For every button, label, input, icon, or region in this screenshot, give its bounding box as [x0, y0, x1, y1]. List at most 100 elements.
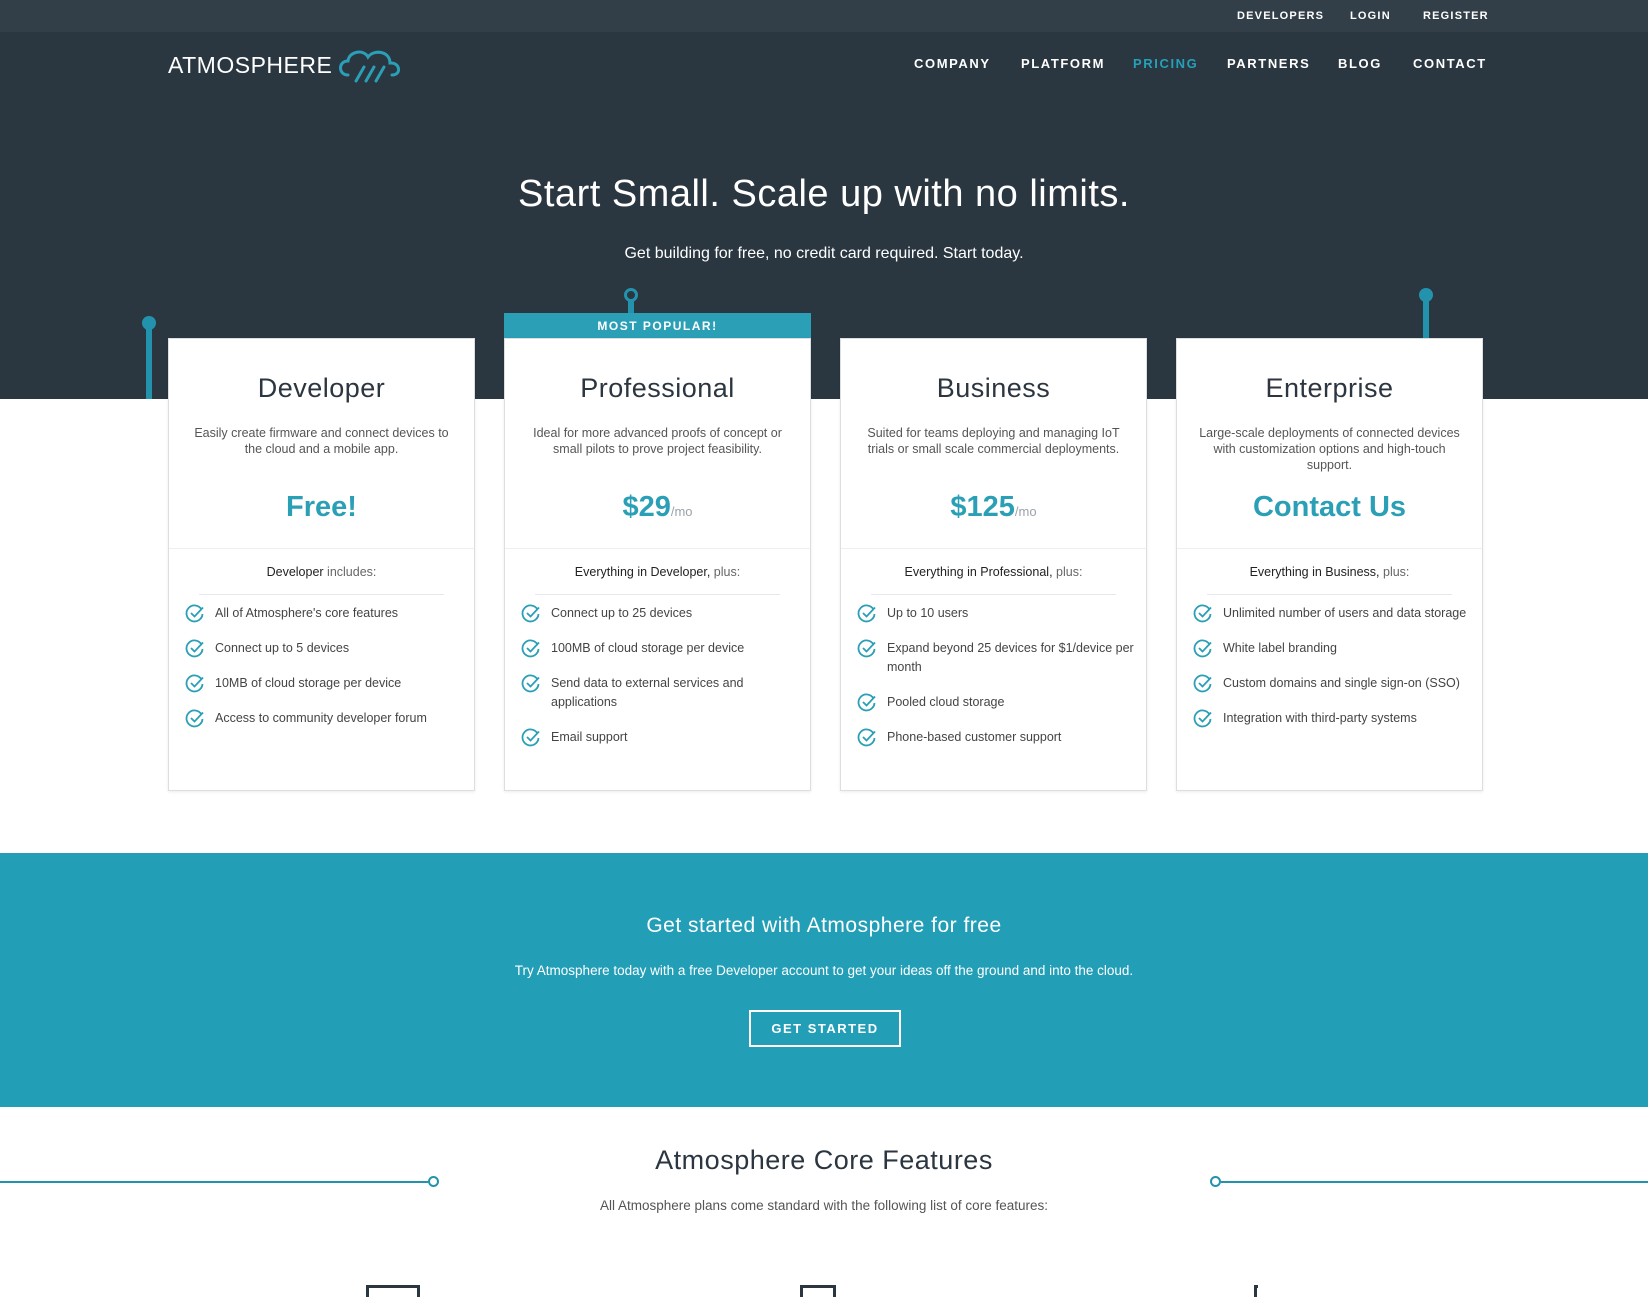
check-circle-icon	[185, 639, 204, 658]
includes-rest: plus:	[710, 565, 741, 579]
divider	[505, 548, 810, 549]
hero-title: Start Small. Scale up with no limits.	[518, 173, 1130, 215]
includes-strong: Everything in Business,	[1249, 565, 1380, 579]
plan-card-enterprise: Enterprise Large-scale deployments of co…	[1176, 338, 1483, 791]
plan-card-developer: Developer Easily create firmware and con…	[168, 338, 475, 791]
circuit-ring	[624, 288, 638, 302]
cloud-logo-icon	[339, 50, 401, 83]
feature-item: Access to community developer forum	[185, 709, 462, 728]
check-circle-icon	[857, 728, 876, 747]
includes-strong: Developer	[266, 565, 324, 579]
atmosphere-logo[interactable]: ATMOSPHERE	[168, 45, 414, 85]
feature-list: All of Atmosphere's core features Connec…	[185, 604, 462, 744]
login-link[interactable]: LOGIN	[1350, 10, 1391, 22]
circuit-dot	[142, 316, 156, 330]
plan-description: Easily create firmware and connect devic…	[194, 426, 449, 456]
divider	[871, 594, 1116, 595]
check-circle-icon	[857, 604, 876, 623]
price-amount: $29	[622, 491, 671, 523]
feature-item: Up to 10 users	[857, 604, 1134, 623]
circuit-ring	[1210, 1176, 1221, 1187]
feature-item: Connect up to 5 devices	[185, 639, 462, 658]
plan-description: Suited for teams deploying and managing …	[867, 426, 1120, 456]
check-circle-icon	[1193, 639, 1212, 658]
nav-blog[interactable]: BLOG	[1338, 56, 1382, 71]
check-circle-icon	[1193, 604, 1212, 623]
check-circle-icon	[1193, 709, 1212, 728]
feature-list: Connect up to 25 devices 100MB of cloud …	[521, 604, 798, 763]
developers-link[interactable]: DEVELOPERS	[1237, 10, 1324, 22]
feature-item: Pooled cloud storage	[857, 693, 1134, 712]
plan-name: Professional	[580, 373, 735, 403]
includes-rest: plus:	[1379, 565, 1410, 579]
check-circle-icon	[185, 674, 204, 693]
nav-pricing[interactable]: PRICING	[1133, 56, 1198, 71]
plan-description: Ideal for more advanced proofs of concep…	[533, 426, 782, 456]
feature-list: Unlimited number of users and data stora…	[1193, 604, 1470, 744]
hero-subtitle: Get building for free, no credit card re…	[624, 245, 1024, 262]
divider	[1177, 548, 1482, 549]
core-features-title: Atmosphere Core Features	[655, 1145, 993, 1175]
register-link[interactable]: REGISTER	[1423, 10, 1489, 22]
plan-price: Free!	[169, 491, 474, 524]
plan-card-professional: Professional Ideal for more advanced pro…	[504, 338, 811, 791]
logo-text: ATMOSPHERE	[168, 51, 333, 78]
price-period: /mo	[1014, 504, 1037, 519]
feature-item: Integration with third-party systems	[1193, 709, 1470, 728]
plan-includes: Everything in Business, plus:	[1177, 565, 1482, 579]
feature-item: White label branding	[1193, 639, 1470, 658]
cta-title: Get started with Atmosphere for free	[646, 914, 1002, 937]
plan-includes: Developer includes:	[169, 565, 474, 579]
utility-bar: DEVELOPERS LOGIN REGISTER	[0, 0, 1648, 32]
check-circle-icon	[185, 604, 204, 623]
check-circle-icon	[521, 674, 540, 693]
nav-company[interactable]: COMPANY	[914, 56, 991, 71]
feature-item: Custom domains and single sign-on (SSO)	[1193, 674, 1470, 693]
divider	[1207, 594, 1452, 595]
plan-name: Business	[936, 373, 1051, 403]
includes-strong: Everything in Professional,	[904, 565, 1053, 579]
feature-item: Unlimited number of users and data stora…	[1193, 604, 1470, 623]
feature-item: 100MB of cloud storage per device	[521, 639, 798, 658]
feature-item: All of Atmosphere's core features	[185, 604, 462, 623]
feature-item: Phone-based customer support	[857, 728, 1134, 747]
circuit-line	[0, 1181, 428, 1183]
plan-price: $125/mo	[841, 491, 1146, 524]
plan-card-business: Business Suited for teams deploying and …	[840, 338, 1147, 791]
tablet-icon	[800, 1285, 836, 1297]
get-started-button[interactable]: GET STARTED	[749, 1010, 901, 1047]
feature-item: Expand beyond 25 devices for $1/device p…	[857, 639, 1134, 677]
divider	[535, 594, 780, 595]
feature-item: Email support	[521, 728, 798, 747]
plan-description: Large-scale deployments of connected dev…	[1199, 426, 1460, 472]
plan-price: $29/mo	[505, 491, 810, 524]
feature-item: 10MB of cloud storage per device	[185, 674, 462, 693]
nav-contact[interactable]: CONTACT	[1413, 56, 1487, 71]
plan-price[interactable]: Contact Us	[1177, 491, 1482, 524]
circuit-line	[146, 322, 152, 399]
cta-subtitle: Try Atmosphere today with a free Develop…	[514, 963, 1134, 978]
contact-us-link[interactable]: Contact Us	[1253, 491, 1406, 523]
check-circle-icon	[1193, 674, 1212, 693]
check-circle-icon	[521, 639, 540, 658]
device-icon	[366, 1285, 420, 1297]
nav-partners[interactable]: PARTNERS	[1227, 56, 1310, 71]
plan-includes: Everything in Developer, plus:	[505, 565, 810, 579]
feature-item: Send data to external services and appli…	[521, 674, 798, 712]
circuit-line	[1221, 1181, 1648, 1183]
circuit-dot	[1419, 288, 1433, 302]
circuit-ring	[428, 1176, 439, 1187]
includes-strong: Everything in Developer,	[574, 565, 711, 579]
nav-platform[interactable]: PLATFORM	[1021, 56, 1105, 71]
plan-includes: Everything in Professional, plus:	[841, 565, 1146, 579]
most-popular-badge: MOST POPULAR!	[504, 313, 811, 339]
feature-list: Up to 10 users Expand beyond 25 devices …	[857, 604, 1134, 763]
plan-name: Developer	[257, 373, 386, 403]
check-circle-icon	[857, 639, 876, 658]
check-circle-icon	[521, 604, 540, 623]
check-circle-icon	[521, 728, 540, 747]
divider	[169, 548, 474, 549]
plan-name: Enterprise	[1265, 373, 1394, 403]
price-amount: $125	[950, 491, 1015, 523]
price-period: /mo	[670, 504, 693, 519]
